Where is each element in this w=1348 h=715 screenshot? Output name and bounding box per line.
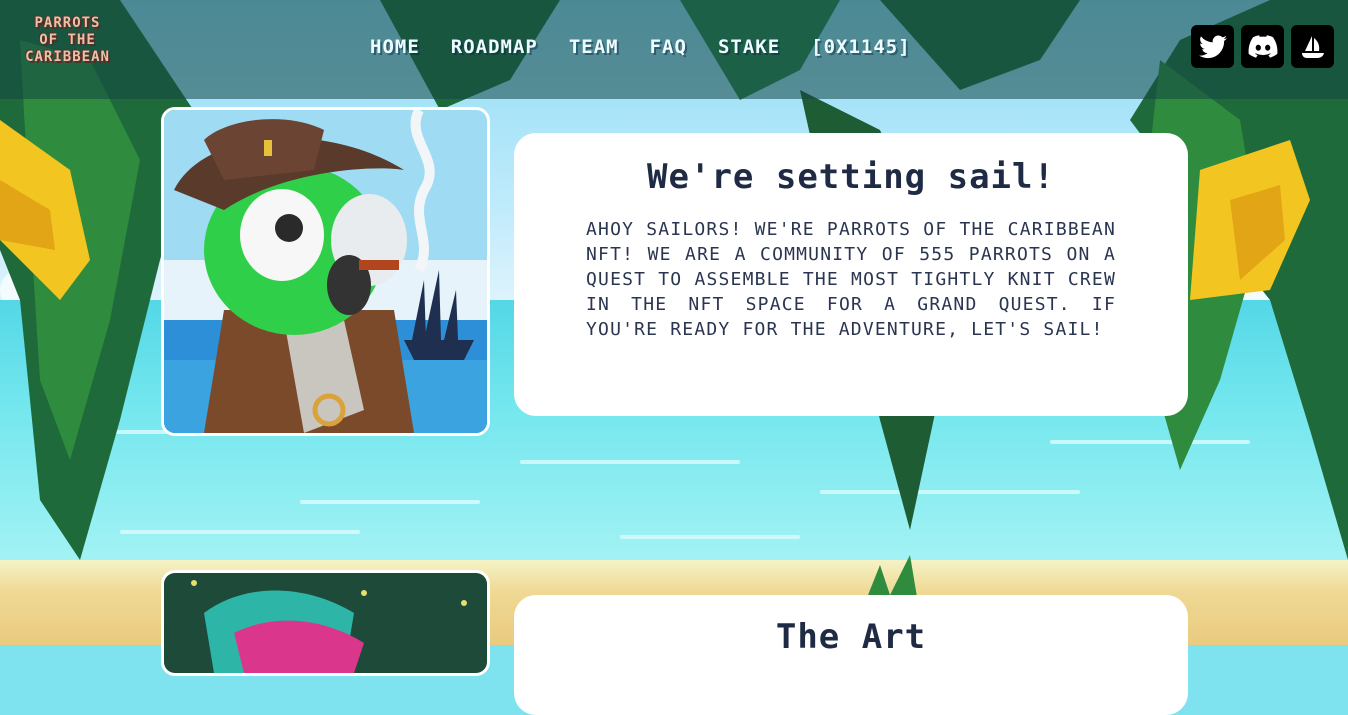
- nav-link-stake[interactable]: STAKE: [718, 36, 780, 58]
- discord-icon: [1248, 34, 1277, 58]
- main-nav: HOME ROADMAP TEAM FAQ STAKE [0X1145]: [370, 36, 911, 58]
- nav-link-team[interactable]: TEAM: [569, 36, 619, 58]
- intro-panel: We're setting sail! Ahoy sailors! We're …: [514, 133, 1188, 416]
- intro-title: We're setting sail!: [647, 157, 1055, 197]
- site-logo[interactable]: PARROTS OF THE CARIBBEAN: [10, 15, 125, 66]
- nav-link-roadmap[interactable]: ROADMAP: [451, 36, 538, 58]
- logo-line: CARIBBEAN: [25, 49, 110, 65]
- wallet-address-button[interactable]: [0X1145]: [811, 36, 911, 58]
- art-illustration: [164, 573, 487, 673]
- twitter-icon: [1198, 34, 1227, 58]
- twitter-button[interactable]: [1191, 25, 1234, 68]
- parrot-illustration: [164, 110, 487, 433]
- art-preview-image: [161, 570, 490, 676]
- nav-link-home[interactable]: HOME: [370, 36, 420, 58]
- art-title: The Art: [775, 617, 927, 657]
- discord-button[interactable]: [1241, 25, 1284, 68]
- intro-body: Ahoy sailors! We're Parrots of the Carib…: [586, 219, 1116, 340]
- opensea-button[interactable]: [1291, 25, 1334, 68]
- navbar: PARROTS OF THE CARIBBEAN HOME ROADMAP TE…: [0, 0, 1348, 99]
- logo-line: OF THE: [39, 32, 96, 48]
- logo-line: PARROTS: [34, 15, 101, 31]
- parrot-pirate-image: [161, 107, 490, 436]
- nav-link-faq[interactable]: FAQ: [650, 36, 687, 58]
- art-panel: The Art: [514, 595, 1188, 715]
- ship-icon: [1301, 35, 1324, 58]
